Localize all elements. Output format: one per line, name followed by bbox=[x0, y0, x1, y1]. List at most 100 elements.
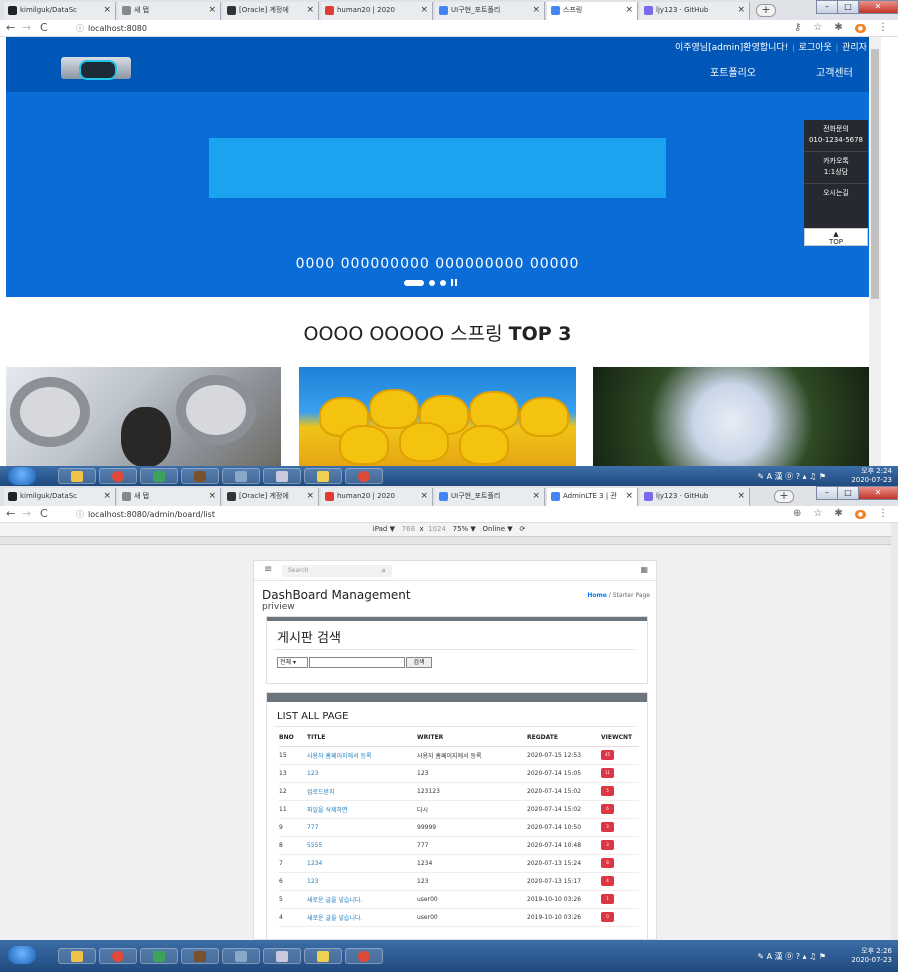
tab-close-icon[interactable]: × bbox=[208, 488, 216, 505]
device-height[interactable]: 1024 bbox=[428, 525, 446, 533]
slider-dot-active[interactable] bbox=[404, 279, 424, 286]
slider-dot[interactable] bbox=[440, 279, 446, 286]
tab-close-icon[interactable]: × bbox=[306, 2, 314, 19]
browser-tab[interactable]: ljy123 · GitHub × bbox=[640, 488, 750, 506]
app-taskbar-icon[interactable] bbox=[181, 468, 219, 484]
network-select[interactable]: Online ▼ bbox=[482, 525, 512, 533]
browser-tab[interactable]: [Oracle] 계정에 × bbox=[223, 2, 319, 20]
tab-close-icon[interactable]: × bbox=[737, 488, 745, 505]
browser-tab[interactable]: human20 | 2020 × bbox=[321, 2, 433, 20]
window-taskbar-icon[interactable] bbox=[222, 468, 260, 484]
row-title-link[interactable]: 123 bbox=[307, 872, 417, 891]
browser-tab[interactable]: 새 탭 × bbox=[118, 488, 221, 506]
back-icon[interactable]: ← bbox=[6, 22, 15, 34]
device-select[interactable]: iPad ▼ bbox=[373, 525, 395, 533]
url-field[interactable]: ⓘ localhost:8080 bbox=[76, 23, 147, 34]
close-window-button[interactable]: ✕ bbox=[858, 486, 898, 500]
forward-icon[interactable]: → bbox=[22, 22, 31, 34]
extension-icon[interactable]: ✱ bbox=[834, 508, 842, 519]
rotate-icon[interactable]: ⟳ bbox=[519, 525, 525, 533]
chrome2-taskbar-icon[interactable] bbox=[345, 948, 383, 964]
tab-close-icon[interactable]: × bbox=[103, 2, 111, 19]
folder-taskbar-icon[interactable] bbox=[304, 948, 342, 964]
chrome-taskbar-icon[interactable] bbox=[99, 468, 137, 484]
maximize-button[interactable]: □ bbox=[837, 486, 859, 500]
site-logo[interactable] bbox=[61, 57, 131, 80]
browser-tab[interactable]: 새 탭 × bbox=[118, 2, 221, 20]
app-taskbar-icon[interactable] bbox=[181, 948, 219, 964]
slider-dot[interactable] bbox=[429, 279, 435, 286]
chrome2-taskbar-icon[interactable] bbox=[345, 468, 383, 484]
zoom-select[interactable]: 75% ▼ bbox=[453, 525, 476, 533]
reload-icon[interactable]: C bbox=[40, 508, 48, 520]
url-field[interactable]: ⓘ localhost:8080/admin/board/list bbox=[76, 509, 215, 520]
browser-tab[interactable]: ljy123 · GitHub × bbox=[640, 2, 750, 20]
tray-clock[interactable]: 오후 2:24 2020-07-23 bbox=[851, 467, 892, 485]
tab-close-icon[interactable]: × bbox=[737, 2, 745, 19]
menu-portfolio[interactable]: 포트폴리오 bbox=[710, 64, 756, 79]
star-icon[interactable]: ☆ bbox=[813, 22, 822, 33]
tulips-image[interactable] bbox=[299, 367, 576, 467]
menu-icon[interactable]: ⋮ bbox=[878, 508, 888, 519]
page-scrollbar[interactable] bbox=[869, 37, 881, 467]
paint-taskbar-icon[interactable] bbox=[263, 468, 301, 484]
zoom-icon[interactable]: ⊕ bbox=[793, 508, 801, 519]
browser-tab[interactable]: UI구현_포트폴리 × bbox=[435, 488, 545, 506]
tab-close-icon[interactable]: × bbox=[103, 488, 111, 505]
row-title-link[interactable]: 777 bbox=[307, 818, 417, 837]
tab-close-icon[interactable]: × bbox=[306, 488, 314, 505]
key-icon[interactable]: ⚷ bbox=[794, 22, 801, 33]
chrome-taskbar-icon[interactable] bbox=[99, 948, 137, 964]
admin-link[interactable]: 관리자 bbox=[842, 43, 867, 53]
paint-taskbar-icon[interactable] bbox=[263, 948, 301, 964]
row-title-link[interactable]: 사용자 홈페이지에서 등록 bbox=[307, 746, 417, 765]
browser-tab[interactable]: AdminLTE 3 | 관 × bbox=[547, 488, 638, 506]
tray-icons[interactable]: ✎ A 漢 ⓪ ? ▴ ♫ ⚑ bbox=[757, 951, 826, 962]
logout-link[interactable]: 로그아웃 bbox=[799, 43, 832, 53]
row-title-link[interactable]: 업로드받지 bbox=[307, 782, 417, 801]
star-icon[interactable]: ☆ bbox=[813, 508, 822, 519]
hydrangea-image[interactable] bbox=[593, 367, 869, 467]
menu-customer-center[interactable]: 고객센터 bbox=[816, 64, 853, 79]
media-taskbar-icon[interactable] bbox=[140, 948, 178, 964]
reload-icon[interactable]: C bbox=[40, 22, 48, 34]
tab-close-icon[interactable]: × bbox=[420, 488, 428, 505]
browser-tab[interactable]: human20 | 2020 × bbox=[321, 488, 433, 506]
tab-close-icon[interactable]: × bbox=[625, 2, 633, 19]
browser-tab[interactable]: [Oracle] 계정에 × bbox=[223, 488, 319, 506]
row-title-link[interactable]: 파일을 삭제하면 bbox=[307, 800, 417, 819]
row-title-link[interactable]: 새로운 글을 넣습니다. bbox=[307, 908, 417, 927]
search-type-select[interactable]: 전체 ▾ bbox=[277, 657, 308, 668]
top-button[interactable]: ▲ TOP bbox=[804, 228, 868, 246]
menu-icon[interactable]: ⋮ bbox=[878, 22, 888, 33]
close-window-button[interactable]: ✕ bbox=[858, 0, 898, 14]
tray-icons[interactable]: ✎ A 漢 ⓪ ? ▴ ♫ ⚑ bbox=[757, 471, 826, 482]
tab-close-icon[interactable]: × bbox=[532, 2, 540, 19]
koala-image[interactable] bbox=[6, 367, 281, 467]
row-title-link[interactable]: 123 bbox=[307, 764, 417, 783]
start-button[interactable] bbox=[8, 946, 36, 964]
browser-tab[interactable]: kimilguk/DataSc × bbox=[4, 488, 116, 506]
extension-icon[interactable]: ✱ bbox=[834, 22, 842, 33]
row-title-link[interactable]: 새로운 글을 넣습니다. bbox=[307, 890, 417, 909]
explorer-taskbar-icon[interactable] bbox=[58, 948, 96, 964]
tab-close-icon[interactable]: × bbox=[420, 2, 428, 19]
media-taskbar-icon[interactable] bbox=[140, 468, 178, 484]
start-button[interactable] bbox=[8, 467, 36, 485]
search-input[interactable]: Search ⌕ bbox=[282, 565, 392, 577]
new-tab-button[interactable]: + bbox=[756, 4, 776, 17]
quick-directions[interactable]: 오시는길 bbox=[804, 184, 868, 204]
browser-tab[interactable]: 스프링 × bbox=[547, 2, 638, 20]
breadcrumb-home[interactable]: Home bbox=[587, 592, 606, 599]
window-taskbar-icon[interactable] bbox=[222, 948, 260, 964]
device-width[interactable]: 768 bbox=[402, 525, 415, 533]
tab-close-icon[interactable]: × bbox=[625, 488, 633, 505]
quick-phone[interactable]: 전화문의 010-1234-5678 bbox=[804, 120, 868, 152]
search-button[interactable]: 검색 bbox=[406, 657, 432, 668]
tab-close-icon[interactable]: × bbox=[532, 488, 540, 505]
pause-icon[interactable] bbox=[451, 279, 453, 286]
new-tab-button[interactable]: + bbox=[774, 490, 794, 503]
grid-icon[interactable]: ▦ bbox=[640, 565, 648, 574]
page-scrollbar[interactable] bbox=[891, 523, 898, 940]
browser-tab[interactable]: kimilguk/DataSc × bbox=[4, 2, 116, 20]
